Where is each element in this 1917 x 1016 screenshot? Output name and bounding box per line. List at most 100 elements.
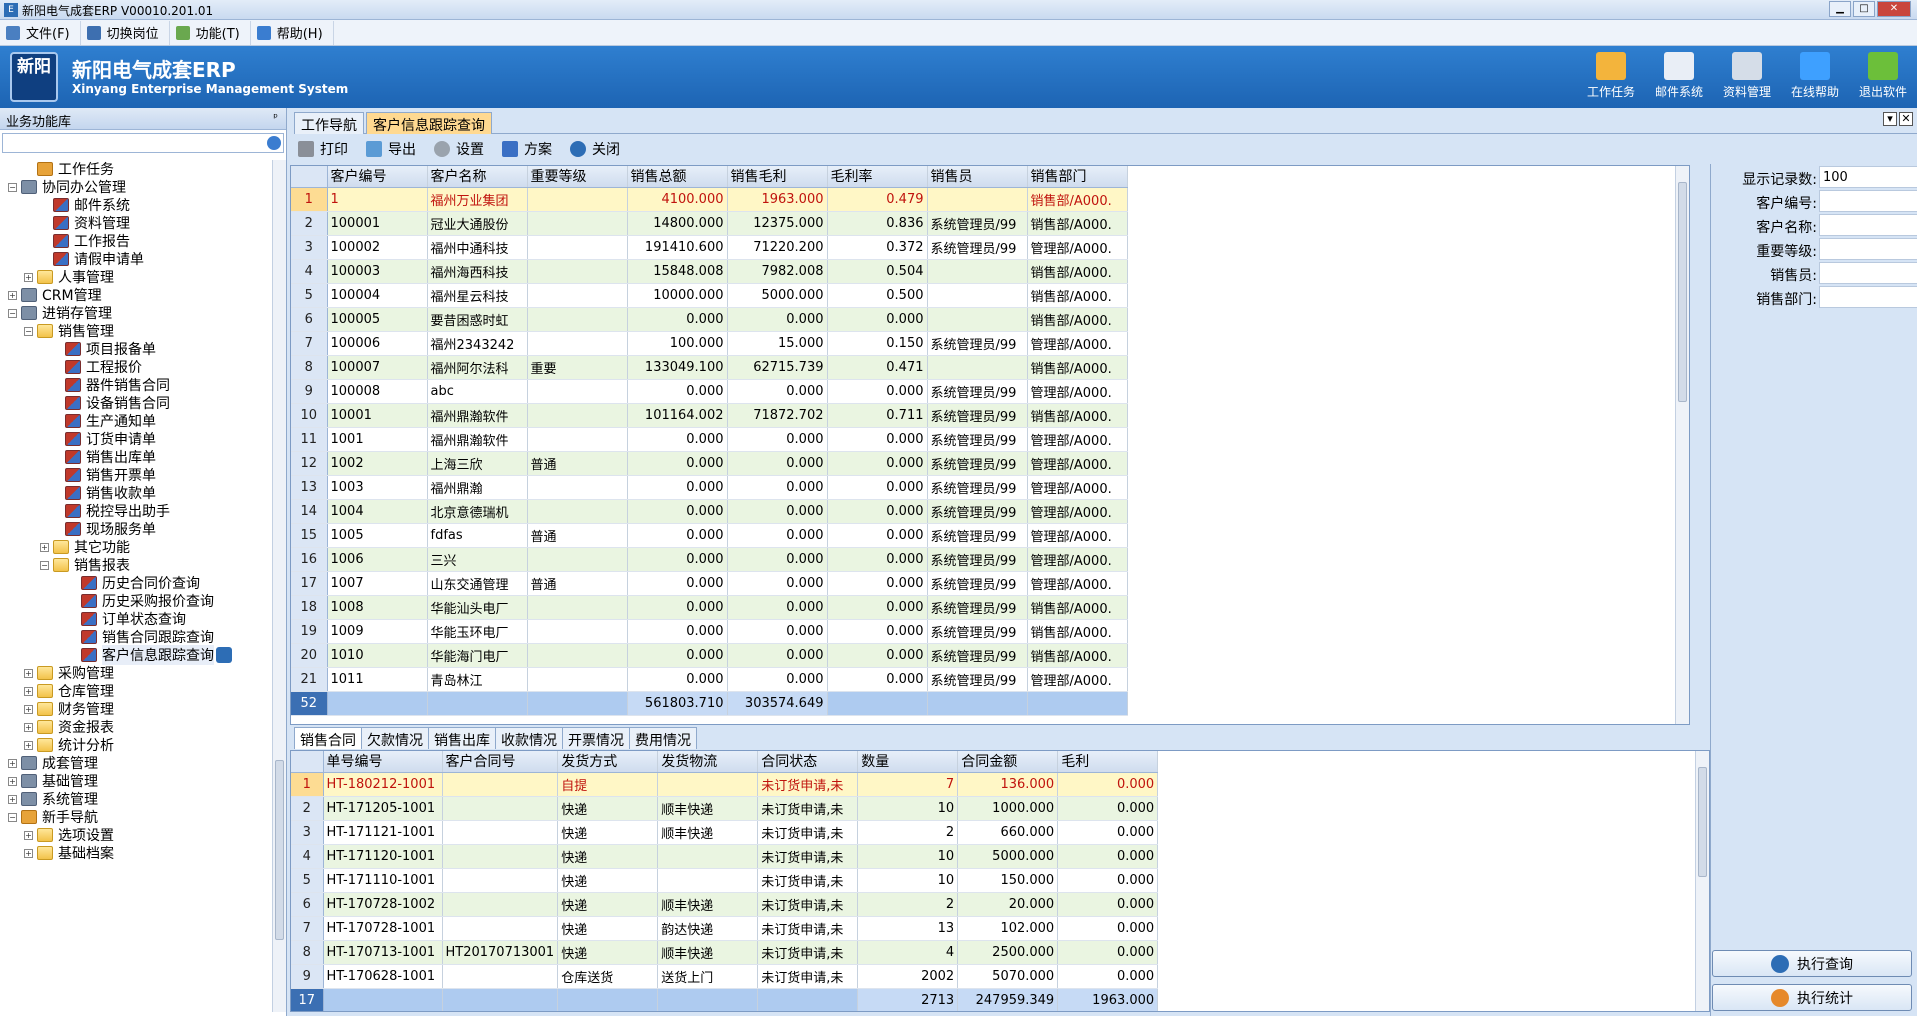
tree-expander[interactable]: + <box>24 722 33 732</box>
toolbar-button-1[interactable]: 导出 <box>366 139 426 159</box>
table-row[interactable]: 5 HT-171110-1001 快递 未订货申请,未 10 150.000 0.000 <box>291 868 1159 893</box>
tab-1[interactable]: 客户信息跟踪查询 <box>366 112 492 134</box>
table-row[interactable]: 14 1004 北京意德瑞机 0.000 0.000 0.000 系统管理员/99 管理部/A… <box>291 499 1128 524</box>
filter-input[interactable] <box>1819 238 1917 260</box>
table-row[interactable]: 6 HT-170728-1002 快递 顺丰快递 未订货申请,未 2 20.000 0.000 <box>291 892 1159 917</box>
menu-item-1[interactable]: 切换岗位 <box>81 20 170 45</box>
tree-expander[interactable]: + <box>24 686 33 696</box>
tree-node[interactable]: 生产通知单 <box>52 412 156 430</box>
table-row[interactable]: 4 HT-171120-1001 快递 未订货申请,未 10 5000.000 0.000 <box>291 844 1159 869</box>
toolbar-button-4[interactable]: 关闭 <box>570 139 630 159</box>
customer-grid-scrollbar[interactable] <box>1675 166 1689 724</box>
tree-expander[interactable]: − <box>8 308 17 318</box>
close-window-button[interactable]: ✕ <box>1877 1 1911 17</box>
sidebar-search-input[interactable] <box>2 133 284 153</box>
tree-node[interactable]: 历史采购报价查询 <box>68 592 214 610</box>
tree-expander[interactable]: + <box>40 542 49 552</box>
tree-expander[interactable]: + <box>24 668 33 678</box>
filter-input[interactable] <box>1819 190 1917 212</box>
subtab-1[interactable]: 欠款情况 <box>362 727 429 749</box>
tree-node[interactable]: 请假申请单 <box>40 250 144 268</box>
table-row[interactable]: 17 1007 山东交通管理 普通 0.000 0.000 0.000 系统管理员/99 管理部… <box>291 571 1128 596</box>
column-header[interactable]: 客户编号 <box>327 166 428 188</box>
tree-node[interactable]: 工作任务 <box>24 160 114 178</box>
tree-node[interactable]: − 进销存管理 <box>8 304 112 322</box>
pin-icon[interactable]: ᵖ <box>273 111 278 124</box>
tree-node[interactable]: − 销售报表 <box>40 556 130 574</box>
tab-0[interactable]: 工作导航 <box>294 112 364 134</box>
subtab-3[interactable]: 收款情况 <box>496 727 563 749</box>
menu-item-3[interactable]: 帮助(H) <box>251 20 334 45</box>
tree-node[interactable]: + 资金报表 <box>24 718 114 736</box>
tree-node[interactable]: − 协同办公管理 <box>8 178 126 196</box>
table-row[interactable]: 6 100005 要昔困惑时虹 0.000 0.000 0.000 销售部/A000. <box>291 307 1128 332</box>
column-header[interactable]: 销售员 <box>927 166 1028 188</box>
execute-query-button[interactable]: 执行查询 <box>1712 950 1912 977</box>
table-row[interactable]: 18 1008 华能汕头电厂 0.000 0.000 0.000 系统管理员/99 销售部/A… <box>291 595 1128 620</box>
tree-expander[interactable]: − <box>40 560 49 570</box>
tree-node[interactable]: + 采购管理 <box>24 664 114 682</box>
menu-item-0[interactable]: 文件(F) <box>0 20 81 45</box>
tree-node[interactable]: 税控导出助手 <box>52 502 170 520</box>
tree-node[interactable]: + 财务管理 <box>24 700 114 718</box>
subtab-2[interactable]: 销售出库 <box>429 727 496 749</box>
table-row[interactable]: 12 1002 上海三欣 普通 0.000 0.000 0.000 系统管理员/99 管理部/A… <box>291 451 1128 476</box>
table-row[interactable]: 2 100001 冠业大通股份 14800.000 12375.000 0.836 系统管理… <box>291 211 1128 236</box>
table-row[interactable]: 3 HT-171121-1001 快递 顺丰快递 未订货申请,未 2 660.000 0.00… <box>291 820 1159 845</box>
table-row[interactable]: 3 100002 福州中通科技 191410.600 71220.200 0.372 系统管… <box>291 235 1128 260</box>
tree-node[interactable]: + 系统管理 <box>8 790 98 808</box>
header-tool-1[interactable]: 邮件系统 <box>1645 50 1713 100</box>
table-row[interactable]: 7 HT-170728-1001 快递 韵达快递 未订货申请,未 13 102.000 0.0… <box>291 916 1159 941</box>
table-row[interactable]: 10 10001 福州鼎瀚软件 101164.002 71872.702 0.711 系统管… <box>291 403 1128 428</box>
tree-expander[interactable]: + <box>24 848 33 858</box>
tree-node[interactable]: 资料管理 <box>40 214 130 232</box>
tree-node[interactable]: 邮件系统 <box>40 196 130 214</box>
table-row[interactable]: 8 HT-170713-1001 HT20170713001 快递 顺丰快递 未订货申请,… <box>291 940 1159 965</box>
minimize-button[interactable]: ▁ <box>1829 1 1851 17</box>
tree-node[interactable]: 订单状态查询 <box>68 610 186 628</box>
tree-node[interactable]: − 销售管理 <box>24 322 114 340</box>
tree-node[interactable]: 项目报备单 <box>52 340 156 358</box>
column-header[interactable]: 合同金额 <box>957 751 1059 773</box>
table-row[interactable]: 15 1005 fdfas 普通 0.000 0.000 0.000 系统管理员/99 管理部/… <box>291 523 1128 548</box>
table-row[interactable]: 21 1011 青岛林江 0.000 0.000 0.000 系统管理员/99 管理部/A00… <box>291 667 1128 692</box>
column-header[interactable]: 毛利率 <box>827 166 928 188</box>
tree-node[interactable]: − 新手导航 <box>8 808 98 826</box>
execute-stats-button[interactable]: 执行统计 <box>1712 984 1912 1011</box>
table-row[interactable]: 8 100007 福州阿尔法科 重要 133049.100 62715.739 0.471 销… <box>291 355 1128 380</box>
tree-node[interactable]: + 选项设置 <box>24 826 114 844</box>
table-row[interactable]: 11 1001 福州鼎瀚软件 0.000 0.000 0.000 系统管理员/99 管理部/A… <box>291 427 1128 452</box>
column-header[interactable]: 发货方式 <box>557 751 659 773</box>
maximize-button[interactable]: □ <box>1853 1 1875 17</box>
column-header[interactable]: 单号编号 <box>323 751 443 773</box>
column-header[interactable]: 客户合同号 <box>442 751 559 773</box>
tree-node[interactable]: 设备销售合同 <box>52 394 170 412</box>
tree-expander[interactable]: − <box>8 812 17 822</box>
tree-expander[interactable]: + <box>8 776 17 786</box>
header-tool-2[interactable]: 资料管理 <box>1713 50 1781 100</box>
table-row[interactable]: 13 1003 福州鼎瀚 0.000 0.000 0.000 系统管理员/99 管理部/A00… <box>291 475 1128 500</box>
column-header[interactable]: 毛利 <box>1057 751 1159 773</box>
contract-grid-scrollbar[interactable] <box>1695 751 1709 1011</box>
tree-node[interactable]: 工作报告 <box>40 232 130 250</box>
close-tab-button[interactable]: ✕ <box>1899 112 1913 126</box>
table-row[interactable]: 5 100004 福州星云科技 10000.000 5000.000 0.500 销售部/A… <box>291 283 1128 308</box>
subtab-0[interactable]: 销售合同 <box>294 727 362 749</box>
header-tool-4[interactable]: 退出软件 <box>1849 50 1917 100</box>
table-row[interactable]: 1 1 福州万业集团 4100.000 1963.000 0.479 销售部/A000. <box>291 187 1128 212</box>
scrollbar-thumb[interactable] <box>1698 767 1707 877</box>
toolbar-button-3[interactable]: 方案 <box>502 139 562 159</box>
table-row[interactable]: 20 1010 华能海门电厂 0.000 0.000 0.000 系统管理员/99 销售部/A… <box>291 643 1128 668</box>
filter-input[interactable]: 100 <box>1819 166 1917 188</box>
tree-node[interactable]: + CRM管理 <box>8 286 102 304</box>
scrollbar-thumb[interactable] <box>1678 182 1687 402</box>
tree-node[interactable]: 器件销售合同 <box>52 376 170 394</box>
tree-node[interactable]: + 其它功能 <box>40 538 130 556</box>
tree-node[interactable]: 客户信息跟踪查询 <box>68 645 232 665</box>
subtab-5[interactable]: 费用情况 <box>630 727 697 749</box>
column-header[interactable]: 重要等级 <box>527 166 628 188</box>
filter-input[interactable] <box>1819 286 1917 308</box>
tree-node[interactable]: 销售收款单 <box>52 484 156 502</box>
search-icon[interactable] <box>216 647 232 663</box>
table-row[interactable]: 16 1006 三兴 0.000 0.000 0.000 系统管理员/99 管理部/A000. <box>291 547 1128 572</box>
